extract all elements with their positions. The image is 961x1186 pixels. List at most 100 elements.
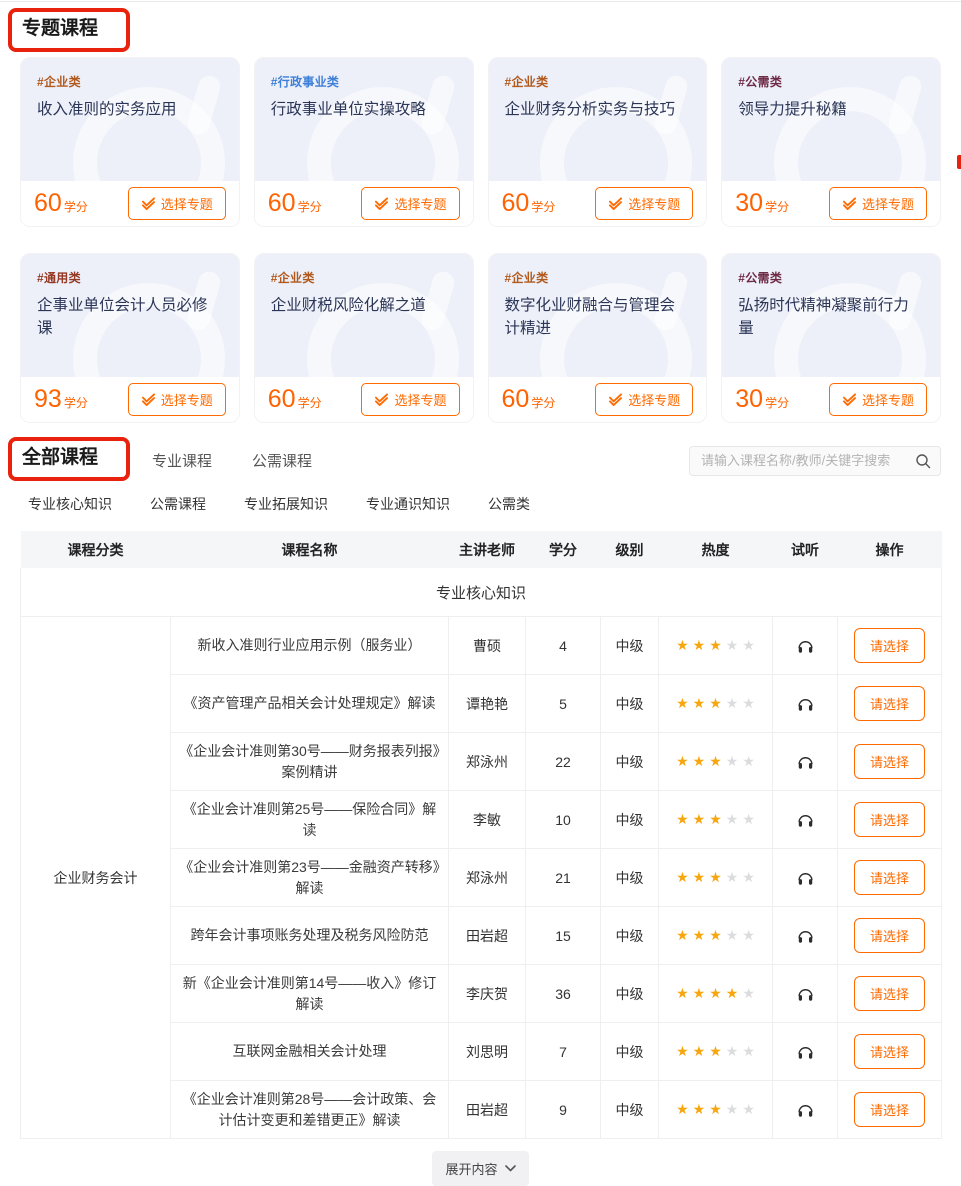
select-topic-button[interactable]: 选择专题 [829,383,927,416]
star-filled-icon: ★ [709,637,722,653]
filter-general-knowledge[interactable]: 专业通识知识 [366,494,450,514]
table-header-row: 课程分类 课程名称 主讲老师 学分 级别 热度 试听 操作 [21,531,942,568]
course-teacher: 曹硕 [449,617,526,675]
filter-extended-knowledge[interactable]: 专业拓展知识 [244,494,328,514]
card-category-tag: #通用类 [37,269,223,286]
topic-card[interactable]: #企业类 企业财税风险化解之道 60学分 选择专题 [254,253,474,423]
choose-button[interactable]: 请选择 [854,744,925,779]
topic-card[interactable]: #企业类 数字化业财融合与管理会计精进 60学分 选择专题 [488,253,708,423]
headphone-icon[interactable] [797,812,814,828]
header-category: 课程分类 [21,531,171,568]
all-courses-title: 全部课程 [22,447,98,468]
header-teacher: 主讲老师 [449,531,526,568]
rating-stars: ★★★★★ [674,811,757,827]
headphone-icon[interactable] [797,1044,814,1060]
header-level: 级别 [601,531,659,568]
course-filters: 专业核心知识 公需课程 专业拓展知识 专业通识知识 公需类 [28,494,961,514]
headphone-icon[interactable] [797,754,814,770]
credit-unit: 学分 [531,200,555,214]
tab-public-courses[interactable]: 公需课程 [252,450,312,471]
select-topic-button[interactable]: 选择专题 [128,383,226,416]
star-empty-icon: ★ [726,927,739,943]
select-topic-button[interactable]: 选择专题 [361,383,459,416]
credit-value: 60 [502,189,530,217]
filter-public-courses[interactable]: 公需课程 [150,494,206,514]
card-title: 企业财税风险化解之道 [271,294,457,317]
choose-button[interactable]: 请选择 [854,802,925,837]
topic-card[interactable]: #企业类 企业财务分析实务与技巧 60学分 选择专题 [488,57,708,227]
card-credits: 93学分 [34,385,88,414]
star-filled-icon: ★ [676,1101,689,1117]
select-topic-button[interactable]: 选择专题 [595,383,693,416]
course-name: 《企业会计准则第30号——财务报表列报》案例精讲 [171,733,449,791]
star-filled-icon: ★ [693,811,706,827]
headphone-icon[interactable] [797,986,814,1002]
course-name: 《企业会计准则第25号——保险合同》解读 [171,791,449,849]
course-table: 课程分类 课程名称 主讲老师 学分 级别 热度 试听 操作 专业核心知识 企业财… [20,531,941,1139]
headphone-icon[interactable] [797,928,814,944]
annotation-box-topic: 专题课程 [8,8,130,52]
tab-professional-courses[interactable]: 专业课程 [152,450,212,471]
select-topic-button[interactable]: 选择专题 [829,187,927,220]
choose-button[interactable]: 请选择 [854,686,925,721]
credit-unit: 学分 [64,200,88,214]
headphone-icon[interactable] [797,1102,814,1118]
topic-card-cover: #企业类 数字化业财融合与管理会计精进 [489,254,707,377]
topic-card[interactable]: #企业类 收入准则的实务应用 60学分 选择专题 [20,57,240,227]
card-category-tag: #企业类 [505,269,691,286]
search-box[interactable] [689,446,941,476]
select-topic-button[interactable]: 选择专题 [128,187,226,220]
expand-content-button[interactable]: 展开内容 [432,1151,528,1186]
topic-card[interactable]: #行政事业类 行政事业单位实操攻略 60学分 选择专题 [254,57,474,227]
double-check-icon [608,393,623,406]
card-category-tag: #行政事业类 [271,73,457,90]
filter-public-type[interactable]: 公需类 [488,494,530,514]
card-credits: 60学分 [34,189,88,218]
search-icon[interactable] [915,453,931,469]
headphone-icon[interactable] [797,696,814,712]
choose-button[interactable]: 请选择 [854,1092,925,1127]
credit-unit: 学分 [298,396,322,410]
choose-button[interactable]: 请选择 [854,1034,925,1069]
star-empty-icon: ★ [742,1043,755,1059]
card-title: 数字化业财融合与管理会计精进 [505,294,691,341]
headphone-icon[interactable] [797,638,814,654]
star-filled-icon: ★ [693,1043,706,1059]
credit-value: 30 [735,385,763,413]
header-credits: 学分 [526,531,601,568]
rating-stars: ★★★★★ [674,695,757,711]
card-credits: 60学分 [502,189,556,218]
credit-unit: 学分 [298,200,322,214]
choose-button[interactable]: 请选择 [854,976,925,1011]
select-topic-button[interactable]: 选择专题 [361,187,459,220]
card-category-tag: #企业类 [271,269,457,286]
course-teacher: 郑泳州 [449,733,526,791]
select-topic-button[interactable]: 选择专题 [595,187,693,220]
double-check-icon [374,393,389,406]
filter-core-knowledge[interactable]: 专业核心知识 [28,494,112,514]
rating-stars: ★★★★★ [674,985,757,1001]
header-popularity: 热度 [659,531,773,568]
headphone-icon[interactable] [797,870,814,886]
star-empty-icon: ★ [726,1043,739,1059]
select-topic-label: 选择专题 [161,390,213,409]
star-filled-icon: ★ [693,753,706,769]
choose-button[interactable]: 请选择 [854,860,925,895]
star-empty-icon: ★ [726,1101,739,1117]
choose-button[interactable]: 请选择 [854,918,925,953]
topic-section-title: 专题课程 [22,18,98,39]
topic-card[interactable]: #公需类 弘扬时代精神凝聚前行力量 30学分 选择专题 [721,253,941,423]
card-footer: 60学分 选择专题 [489,181,707,226]
star-empty-icon: ★ [742,695,755,711]
star-filled-icon: ★ [709,927,722,943]
topic-card[interactable]: #通用类 企事业单位会计人员必修课 93学分 选择专题 [20,253,240,423]
rating-stars: ★★★★★ [674,753,757,769]
select-topic-label: 选择专题 [628,194,680,213]
topic-card[interactable]: #公需类 领导力提升秘籍 30学分 选择专题 [721,57,941,227]
star-empty-icon: ★ [726,869,739,885]
star-empty-icon: ★ [742,985,755,1001]
choose-button[interactable]: 请选择 [854,628,925,663]
course-teacher: 李敏 [449,791,526,849]
search-input[interactable] [699,452,915,469]
header-audition: 试听 [773,531,838,568]
